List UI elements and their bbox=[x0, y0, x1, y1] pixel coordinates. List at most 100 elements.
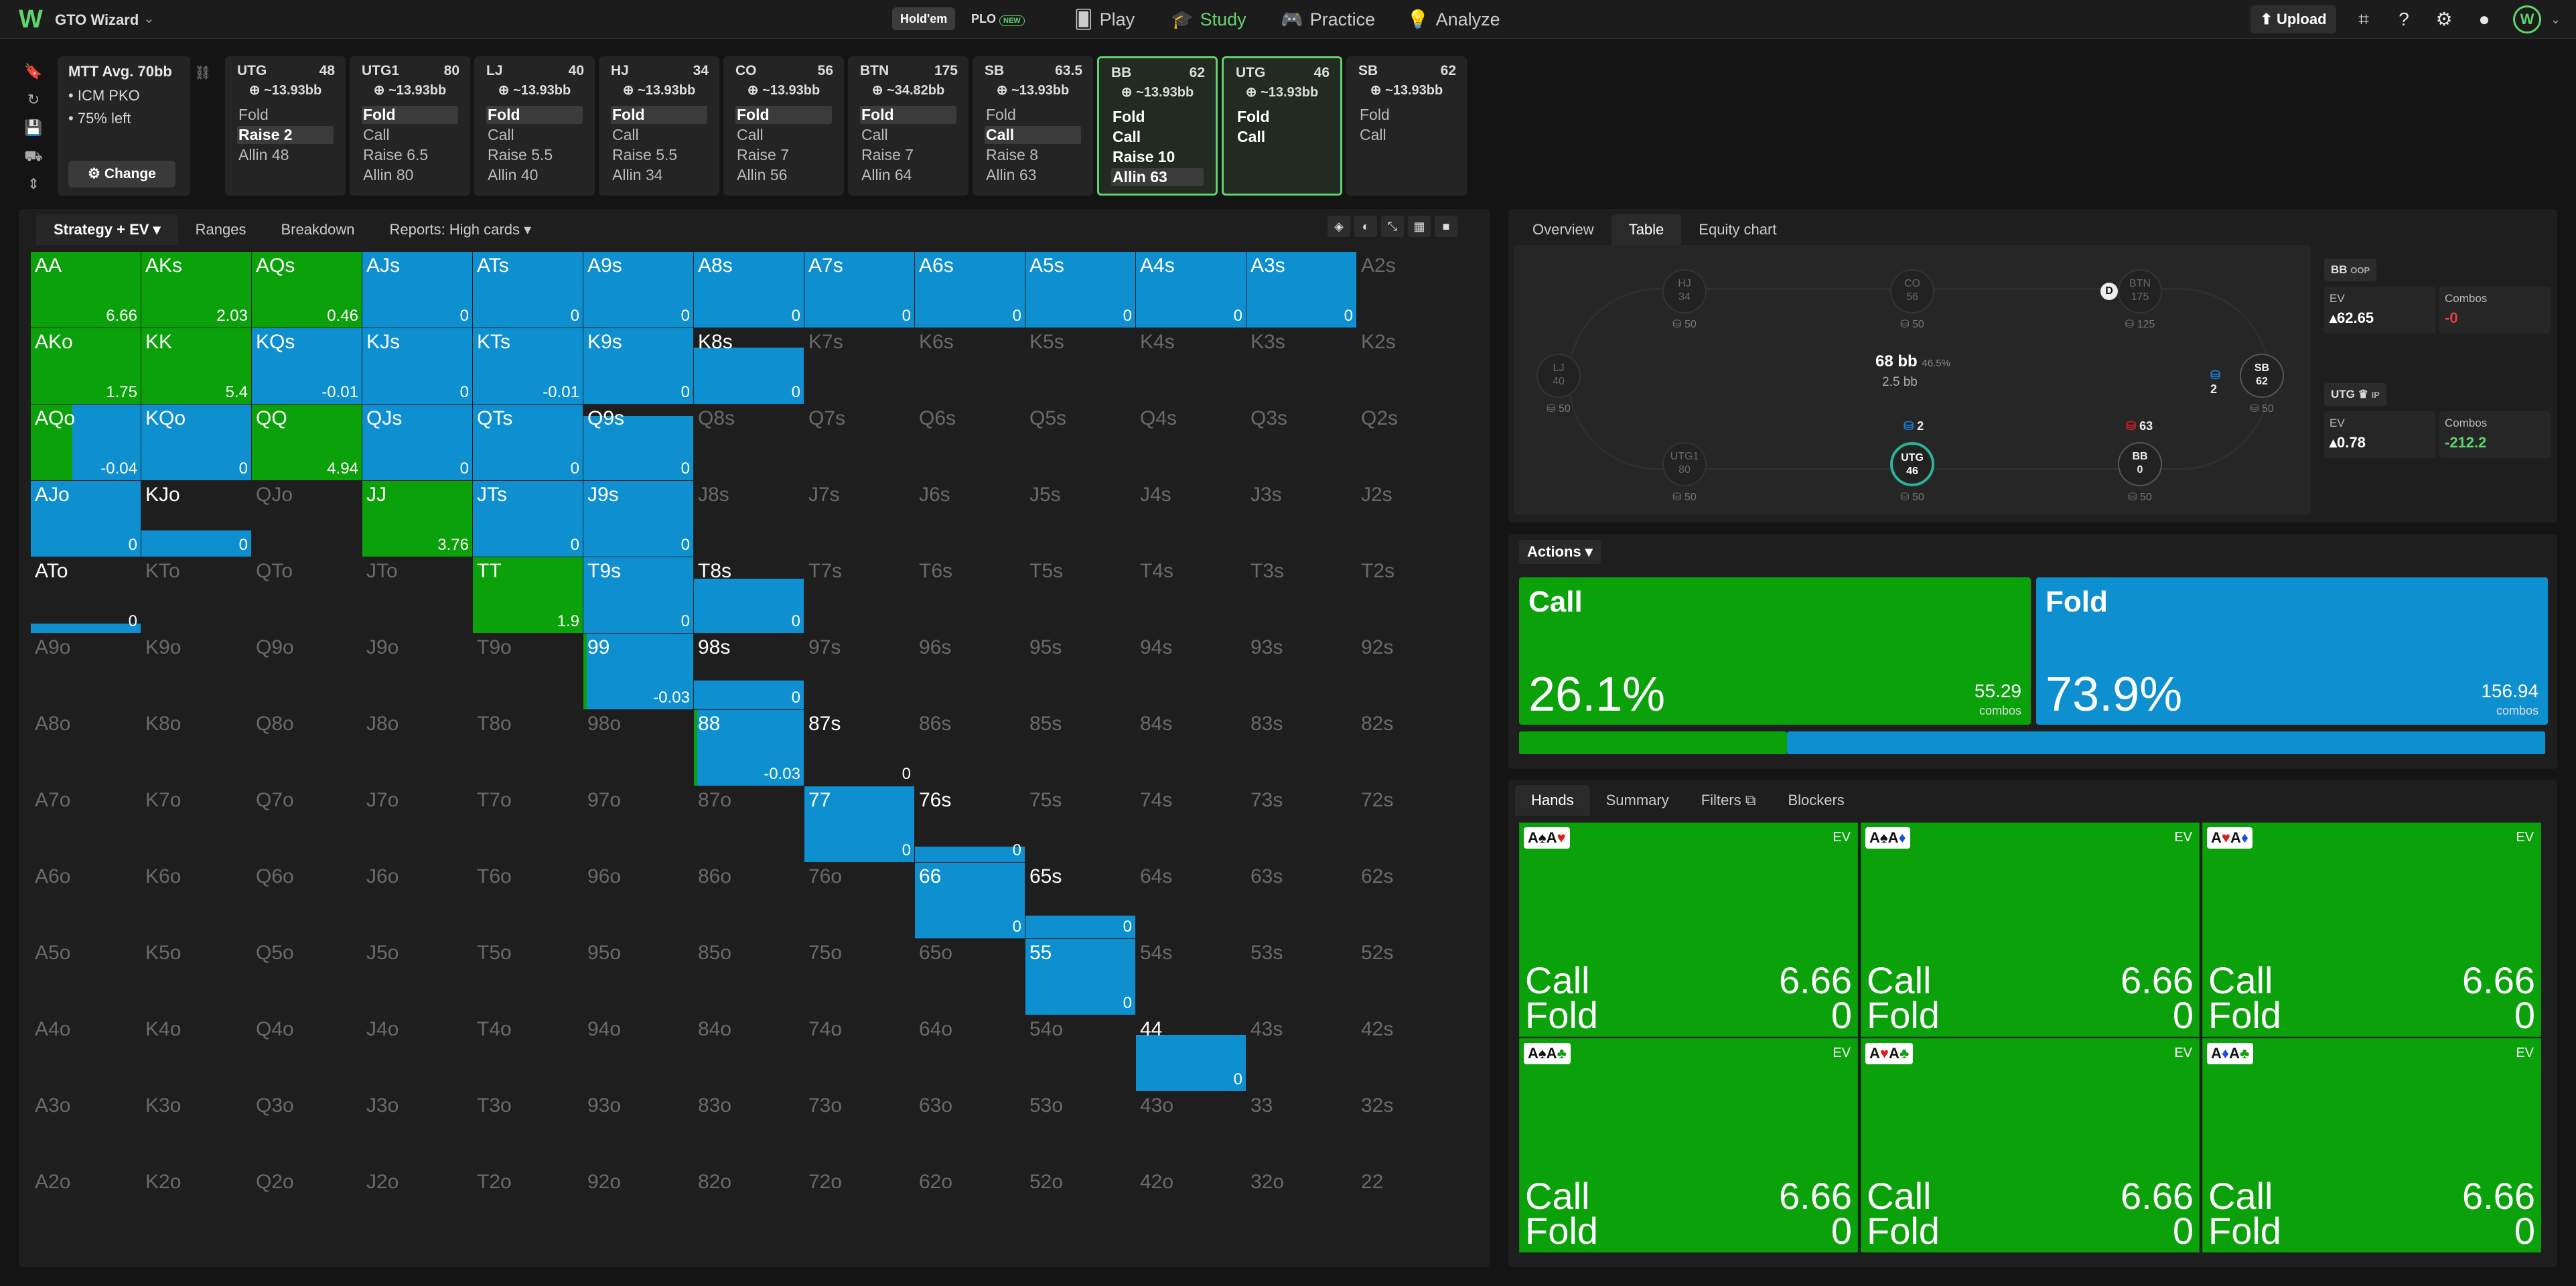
hand-cell[interactable]: T5o bbox=[473, 939, 583, 1015]
hand-cell[interactable]: T2s bbox=[1357, 557, 1468, 634]
hand-cell[interactable]: A8o bbox=[31, 710, 141, 786]
tab-overview[interactable]: Overview bbox=[1515, 214, 1612, 245]
hand-cell[interactable]: 43o bbox=[1136, 1092, 1246, 1168]
position-action[interactable]: Fold bbox=[237, 106, 334, 124]
hand-cell[interactable]: A9o bbox=[31, 634, 141, 710]
hand-cell[interactable]: 83s bbox=[1246, 710, 1357, 786]
position-action[interactable]: Raise 5.5 bbox=[611, 146, 707, 164]
hand-cell[interactable]: K3o bbox=[141, 1092, 252, 1168]
position-action[interactable]: Allin 63 bbox=[985, 166, 1081, 184]
position-action[interactable]: Allin 48 bbox=[237, 146, 334, 164]
position-action[interactable]: Fold bbox=[860, 106, 956, 124]
hand-cell[interactable]: Q3o bbox=[252, 1092, 362, 1168]
chevron-down-icon[interactable]: ⌄ bbox=[143, 10, 155, 27]
seat-lj[interactable]: LJ 40 bbox=[1536, 354, 1581, 398]
expand-icon[interactable]: ⇕ bbox=[21, 170, 46, 198]
tab-equity-chart[interactable]: Equity chart bbox=[1681, 214, 1794, 245]
hand-cell[interactable]: Q8s bbox=[694, 405, 804, 481]
game-tab-plo[interactable]: PLO NEW bbox=[963, 7, 1033, 30]
hand-cell[interactable]: Q2s bbox=[1357, 405, 1468, 481]
tab-blockers[interactable]: Blockers bbox=[1772, 785, 1860, 816]
hand-cell[interactable]: Q5s bbox=[1025, 405, 1136, 481]
avatar[interactable]: W bbox=[2513, 5, 2541, 33]
hand-cell[interactable]: -0.03 88 bbox=[694, 709, 804, 786]
hand-cell[interactable]: J4s bbox=[1136, 481, 1246, 557]
hand-cell[interactable]: J3o bbox=[362, 1092, 473, 1168]
position-action[interactable]: Raise 10 bbox=[1111, 148, 1204, 166]
hand-card-tile[interactable]: A♠A♣ EV Call 6.66 Fold 0 bbox=[1519, 1038, 1858, 1253]
link-icon[interactable]: ⛓ bbox=[194, 64, 211, 81]
hand-cell[interactable]: J3s bbox=[1246, 481, 1357, 557]
cube-icon[interactable]: ◈ bbox=[1328, 216, 1350, 237]
hand-cell[interactable]: J4o bbox=[362, 1015, 473, 1092]
position-action[interactable]: Call bbox=[735, 126, 832, 144]
tab-ranges[interactable]: Ranges bbox=[178, 214, 264, 245]
hand-cell[interactable]: 84o bbox=[694, 1015, 804, 1092]
hand-cell[interactable]: 84s bbox=[1136, 710, 1246, 786]
brand-name[interactable]: GTO Wizard bbox=[55, 11, 139, 29]
hand-cell[interactable]: 54s bbox=[1136, 939, 1246, 1015]
actions-dropdown[interactable]: Actions ▾ bbox=[1519, 540, 1601, 564]
hand-cell[interactable]: 82s bbox=[1357, 710, 1468, 786]
seat-hj[interactable]: HJ 34 bbox=[1662, 269, 1707, 313]
position-btn[interactable]: BTN 175 ⊕ ~34.82bb Fold Call Raise 7 Allin 64 bbox=[848, 56, 969, 196]
hand-cell[interactable]: J9o bbox=[362, 634, 473, 710]
hand-card-tile[interactable]: A♥A♦ EV Call 6.66 Fold 0 bbox=[2202, 823, 2541, 1037]
hand-cell[interactable]: Q8o bbox=[252, 710, 362, 786]
hand-cell[interactable]: 0 55 bbox=[1025, 938, 1136, 1015]
hand-cell[interactable]: A2s bbox=[1357, 252, 1468, 328]
position-action[interactable]: Allin 64 bbox=[860, 166, 956, 184]
hand-cell[interactable]: -0.01 KQs bbox=[252, 328, 362, 405]
hand-cell[interactable]: 86s bbox=[915, 710, 1025, 786]
hand-cell[interactable]: 72s bbox=[1357, 786, 1468, 863]
hand-cell[interactable]: J5s bbox=[1025, 481, 1136, 557]
hand-cell[interactable]: 0 44 bbox=[1136, 1015, 1246, 1092]
hand-cell[interactable]: 76o bbox=[804, 863, 915, 939]
hand-cell[interactable]: 86o bbox=[694, 863, 804, 939]
hand-cell[interactable]: -0.04 AQo bbox=[31, 404, 141, 481]
hand-cell[interactable]: 3.76 JJ bbox=[362, 481, 473, 557]
hand-cell[interactable]: 2.03 AKs bbox=[141, 252, 252, 328]
grid-icon[interactable]: ▦ bbox=[1408, 216, 1431, 237]
position-action[interactable]: Allin 63 bbox=[1111, 168, 1204, 186]
seat-co[interactable]: CO 56 bbox=[1890, 269, 1934, 313]
hand-cell[interactable]: J5o bbox=[362, 939, 473, 1015]
hand-cell[interactable]: 0 65s bbox=[1025, 863, 1136, 939]
hand-cell[interactable]: 63s bbox=[1246, 863, 1357, 939]
hand-cell[interactable]: 1.9 TT bbox=[473, 557, 583, 634]
hand-cell[interactable]: T5s bbox=[1025, 557, 1136, 634]
hand-card-tile[interactable]: A♠A♦ EV Call 6.66 Fold 0 bbox=[1861, 823, 2200, 1037]
hand-cell[interactable]: K7o bbox=[141, 786, 252, 863]
hand-cell[interactable]: 5.4 KK bbox=[141, 328, 252, 405]
hand-cell[interactable]: K3s bbox=[1246, 328, 1357, 405]
tab-hands[interactable]: Hands bbox=[1515, 785, 1590, 816]
nav-play[interactable]: 🂠 Play bbox=[1074, 5, 1135, 33]
hand-cell[interactable]: 0 A8s bbox=[694, 251, 804, 328]
hand-cell[interactable]: 0 A7s bbox=[804, 251, 915, 328]
hand-cell[interactable]: T4s bbox=[1136, 557, 1246, 634]
hand-cell[interactable]: 0 JTs bbox=[473, 480, 583, 557]
action-call[interactable]: Call 26.1% 55.29 combos bbox=[1519, 577, 2031, 725]
tab-reports[interactable]: Reports: High cards ▾ bbox=[372, 214, 549, 245]
hand-cell[interactable]: -0.03 99 bbox=[583, 633, 694, 710]
seat-utg1[interactable]: UTG1 80 bbox=[1662, 442, 1707, 486]
hand-cell[interactable]: KTo bbox=[141, 557, 252, 634]
hand-cell[interactable]: 54o bbox=[1025, 1015, 1136, 1092]
hand-cell[interactable]: JTo bbox=[362, 557, 473, 634]
position-action[interactable]: Allin 40 bbox=[486, 166, 583, 184]
hand-cell[interactable]: A2o bbox=[31, 1168, 141, 1244]
hand-cell[interactable]: 0 66 bbox=[915, 862, 1025, 939]
hand-cell[interactable]: 53s bbox=[1246, 939, 1357, 1015]
hand-cell[interactable]: 94s bbox=[1136, 634, 1246, 710]
position-sb[interactable]: SB 63.5 ⊕ ~13.93bb Fold Call Raise 8 Allin 63 bbox=[973, 56, 1093, 196]
hand-cell[interactable]: 52o bbox=[1025, 1168, 1136, 1244]
hand-cell[interactable]: 73s bbox=[1246, 786, 1357, 863]
position-utg[interactable]: UTG 46 ⊕ ~13.93bb Fold Call bbox=[1222, 56, 1342, 196]
hand-cell[interactable]: 0 87s bbox=[804, 710, 915, 786]
position-action[interactable]: Call bbox=[860, 126, 956, 144]
contrast-icon[interactable]: ◐ bbox=[1354, 216, 1377, 237]
hand-cell[interactable]: Q3s bbox=[1246, 405, 1357, 481]
hand-cell[interactable]: 74o bbox=[804, 1015, 915, 1092]
hand-cell[interactable]: 85s bbox=[1025, 710, 1136, 786]
nav-practice[interactable]: 🎮 Practice bbox=[1281, 5, 1375, 33]
